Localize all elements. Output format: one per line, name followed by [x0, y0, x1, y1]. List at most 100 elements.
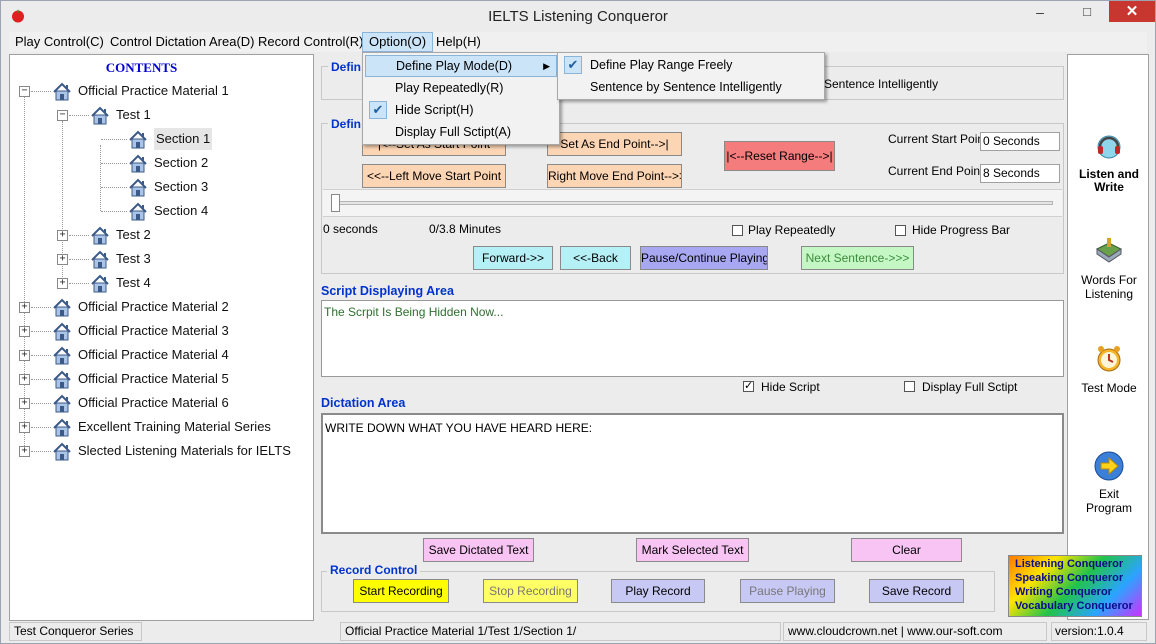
- right-move-end-button[interactable]: Right Move End Point-->>: [547, 164, 682, 188]
- tree-guide-line: [101, 163, 127, 164]
- submenu-item-define-range-freely[interactable]: ✔ Define Play Range Freely: [560, 54, 822, 76]
- arrow-right-icon: [1094, 451, 1124, 481]
- tree-node[interactable]: + Slected Listening Materials for IELTS: [10, 440, 310, 462]
- tree-node[interactable]: + Test 2: [10, 224, 310, 246]
- pause-playing-button[interactable]: Pause Playing: [740, 579, 835, 603]
- menu-item-label: Display Full Sctipt(A): [395, 125, 511, 139]
- maximize-button[interactable]: □: [1073, 2, 1101, 22]
- exit-program-button[interactable]: Exit Program: [1068, 450, 1150, 520]
- expand-icon[interactable]: +: [19, 398, 30, 409]
- tree-node[interactable]: Section 1: [10, 128, 310, 150]
- set-end-point-button[interactable]: Set As End Point-->|: [547, 132, 682, 156]
- tree-node-label: Section 1: [154, 128, 213, 150]
- record-control-title: Record Control: [327, 563, 421, 577]
- expand-icon[interactable]: +: [19, 446, 30, 457]
- pause-continue-button[interactable]: Pause/Continue Playing-||: [640, 246, 768, 270]
- menu-item-label: Play Repeatedly(R): [395, 81, 504, 95]
- back-button[interactable]: <<-Back: [560, 246, 631, 270]
- menu-item-hide-script[interactable]: ✔ Hide Script(H): [365, 99, 557, 121]
- test-mode-button[interactable]: Test Mode: [1068, 343, 1150, 403]
- save-record-button[interactable]: Save Record: [869, 579, 964, 603]
- tree-node[interactable]: + Official Practice Material 6: [10, 392, 310, 414]
- tree-guide-line: [69, 235, 89, 236]
- play-mode-submenu: ✔ Define Play Range Freely Sentence by S…: [557, 52, 825, 100]
- expand-icon[interactable]: +: [19, 374, 30, 385]
- script-display[interactable]: The Scrpit Is Being Hidden Now...: [321, 300, 1064, 377]
- display-full-script-checkbox[interactable]: [904, 381, 915, 392]
- headset-icon: [1097, 135, 1121, 159]
- words-for-listening-button[interactable]: Words For Listening: [1068, 235, 1150, 305]
- dictation-textarea[interactable]: WRITE DOWN WHAT YOU HAVE HEARD HERE:: [321, 413, 1064, 534]
- tree-node-label: Test 2: [116, 227, 151, 242]
- house-icon: [128, 154, 148, 173]
- forward-button[interactable]: Forward->>: [473, 246, 553, 270]
- menu-play-control[interactable]: Play Control(C): [9, 32, 110, 52]
- slider-thumb[interactable]: [331, 194, 340, 212]
- expand-icon[interactable]: +: [19, 326, 30, 337]
- collapse-icon[interactable]: −: [57, 110, 68, 121]
- menu-item-display-full-script[interactable]: Display Full Sctipt(A): [365, 121, 557, 143]
- tree-node[interactable]: + Official Practice Material 5: [10, 368, 310, 390]
- save-dictated-text-button[interactable]: Save Dictated Text: [423, 538, 534, 562]
- house-icon: [128, 130, 148, 149]
- tree-node[interactable]: + Test 3: [10, 248, 310, 270]
- menu-item-play-repeatedly[interactable]: Play Repeatedly(R): [365, 77, 557, 99]
- listen-and-write-button[interactable]: Listen and Write: [1068, 125, 1150, 205]
- tree-guide-line: [69, 283, 89, 284]
- mark-selected-text-button[interactable]: Mark Selected Text: [636, 538, 749, 562]
- play-repeatedly-checkbox[interactable]: [732, 225, 743, 236]
- tree-node[interactable]: − Official Practice Material 1: [10, 80, 310, 102]
- logo-line-1: Listening Conqueror: [1015, 558, 1124, 570]
- tree-node[interactable]: Section 2: [10, 152, 310, 174]
- close-button[interactable]: ✕: [1109, 1, 1155, 22]
- house-icon: [90, 274, 110, 293]
- tree-node[interactable]: + Official Practice Material 4: [10, 344, 310, 366]
- house-icon: [128, 178, 148, 197]
- clear-button[interactable]: Clear: [851, 538, 962, 562]
- hide-progress-checkbox[interactable]: [895, 225, 906, 236]
- tree-node[interactable]: Section 4: [10, 200, 310, 222]
- expand-icon[interactable]: +: [57, 254, 68, 265]
- hide-script-checkbox[interactable]: ✓: [743, 381, 754, 392]
- checkmark-icon: ✔: [564, 56, 582, 74]
- menu-record-control[interactable]: Record Control(R): [252, 32, 369, 52]
- menu-item-label: Define Play Mode(D): [396, 59, 513, 73]
- tree-node-label: Test 3: [116, 251, 151, 266]
- minimize-button[interactable]: –: [1026, 2, 1054, 22]
- tree-node[interactable]: Section 3: [10, 176, 310, 198]
- words-label-2: Listening: [1084, 287, 1134, 301]
- house-icon: [90, 226, 110, 245]
- start-recording-button[interactable]: Start Recording: [353, 579, 449, 603]
- menu-item-define-play-mode[interactable]: Define Play Mode(D) ▶: [365, 55, 557, 77]
- expand-icon[interactable]: +: [19, 302, 30, 313]
- tree-node[interactable]: + Test 4: [10, 272, 310, 294]
- menu-control-dictation[interactable]: Control Dictation Area(D): [104, 32, 261, 52]
- expand-icon[interactable]: +: [19, 422, 30, 433]
- progress-slider[interactable]: [323, 189, 1062, 217]
- listen-and-write-label-2: Write: [1094, 180, 1124, 194]
- tree-node[interactable]: + Excellent Training Material Series: [10, 416, 310, 438]
- left-move-start-button[interactable]: <<--Left Move Start Point: [362, 164, 506, 188]
- expand-icon[interactable]: +: [57, 230, 68, 241]
- stop-recording-button[interactable]: Stop Recording: [483, 579, 578, 603]
- next-sentence-button[interactable]: Next Sentence->>>: [801, 246, 914, 270]
- expand-icon[interactable]: +: [57, 278, 68, 289]
- tree-node-label: Official Practice Material 5: [78, 371, 229, 386]
- house-icon: [52, 442, 72, 461]
- menu-help[interactable]: Help(H): [430, 32, 487, 52]
- tree-guide-line: [31, 307, 51, 308]
- status-version: version:1.0.4: [1051, 622, 1147, 641]
- tree-node[interactable]: − Test 1: [10, 104, 310, 126]
- slider-track: [331, 201, 1053, 205]
- reset-range-button[interactable]: |<--Reset Range-->|: [724, 141, 835, 171]
- menu-option[interactable]: Option(O): [362, 32, 434, 52]
- expand-icon[interactable]: +: [19, 350, 30, 361]
- collapse-icon[interactable]: −: [19, 86, 30, 97]
- current-start-field[interactable]: 0 Seconds: [980, 132, 1060, 151]
- submenu-item-sentence-by-sentence[interactable]: Sentence by Sentence Intelligently: [560, 76, 822, 98]
- play-record-button[interactable]: Play Record: [611, 579, 705, 603]
- words-label-1: Words For: [1081, 273, 1137, 287]
- tree-node[interactable]: + Official Practice Material 3: [10, 320, 310, 342]
- tree-node[interactable]: + Official Practice Material 2: [10, 296, 310, 318]
- current-end-field[interactable]: 8 Seconds: [980, 164, 1060, 183]
